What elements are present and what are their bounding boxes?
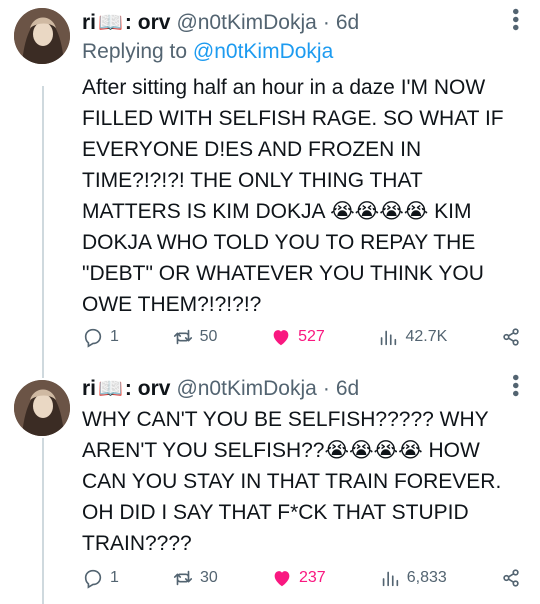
view-count: 42.7K [405, 328, 448, 345]
like-count: 527 [298, 328, 325, 345]
share-button[interactable] [500, 325, 522, 349]
avatar[interactable] [14, 8, 70, 64]
views-button[interactable]: 6,833 [379, 566, 447, 590]
book-emoji: 📖 [98, 12, 123, 34]
tweet-text: WHY CAN'T YOU BE SELFISH????? WHY AREN'T… [82, 408, 502, 555]
timestamp[interactable]: 6d [336, 374, 359, 404]
tweet-body: ri 📖: orv @n0tKimDokja · 6d ••• Replying … [82, 8, 526, 320]
reply-count: 1 [110, 569, 119, 586]
book-emoji: 📖 [98, 378, 123, 400]
retweet-icon [173, 570, 193, 586]
avatar[interactable] [14, 380, 70, 436]
reply-button[interactable]: 1 [82, 566, 119, 590]
separator-dot: · [322, 11, 330, 34]
speech-bubble-icon [84, 328, 102, 348]
share-icon [503, 328, 519, 346]
reply-count: 1 [110, 328, 119, 345]
heart-icon [274, 571, 290, 587]
more-dots-icon[interactable]: ••• [504, 374, 526, 398]
share-icon [503, 569, 519, 587]
replying-to-label: Replying to [82, 40, 188, 63]
replying-to: Replying to @n0tKimDokja [82, 38, 526, 66]
view-count: 6,833 [406, 569, 447, 586]
tweet-actions: 1 30 237 6,833 [82, 566, 522, 590]
tweet-body: ri 📖: orv @n0tKimDokja · 6d ••• WHY CAN'T… [82, 374, 526, 559]
like-button[interactable]: 527 [270, 325, 325, 349]
share-button[interactable] [500, 566, 522, 590]
retweet-count: 30 [200, 569, 218, 586]
tweet[interactable]: ri 📖: orv @n0tKimDokja · 6d ••• Replying … [0, 0, 540, 376]
tweet-text: After sitting half an hour in a daze I'M… [82, 76, 504, 316]
heart-icon [273, 330, 289, 346]
timestamp[interactable]: 6d [336, 8, 359, 38]
retweet-button[interactable]: 50 [172, 325, 218, 349]
tweet-header: ri 📖: orv @n0tKimDokja · 6d ••• [82, 374, 526, 404]
bar-chart-icon [382, 571, 398, 587]
retweet-icon [173, 329, 192, 345]
like-button[interactable]: 237 [271, 566, 326, 590]
bar-chart-icon [381, 330, 397, 346]
tweet[interactable]: ri 📖: orv @n0tKimDokja · 6d ••• WHY CAN'T… [0, 372, 540, 604]
more-dots-icon[interactable]: ••• [504, 8, 526, 32]
user-handle[interactable]: @n0tKimDokja [176, 374, 316, 404]
separator-dot: · [322, 377, 330, 400]
display-name[interactable]: ri 📖: orv [82, 374, 170, 404]
views-button[interactable]: 42.7K [377, 325, 447, 349]
reply-button[interactable]: 1 [82, 325, 119, 349]
retweet-button[interactable]: 30 [172, 566, 218, 590]
like-count: 237 [298, 569, 326, 586]
replying-to-handle[interactable]: @n0tKimDokja [193, 40, 333, 63]
user-handle[interactable]: @n0tKimDokja [176, 8, 316, 38]
tweet-actions: 1 50 527 42.7K [82, 325, 522, 349]
speech-bubble-icon [84, 569, 102, 589]
retweet-count: 50 [199, 328, 218, 345]
tweet-header: ri 📖: orv @n0tKimDokja · 6d ••• [82, 8, 526, 38]
display-name[interactable]: ri 📖: orv [82, 8, 170, 38]
